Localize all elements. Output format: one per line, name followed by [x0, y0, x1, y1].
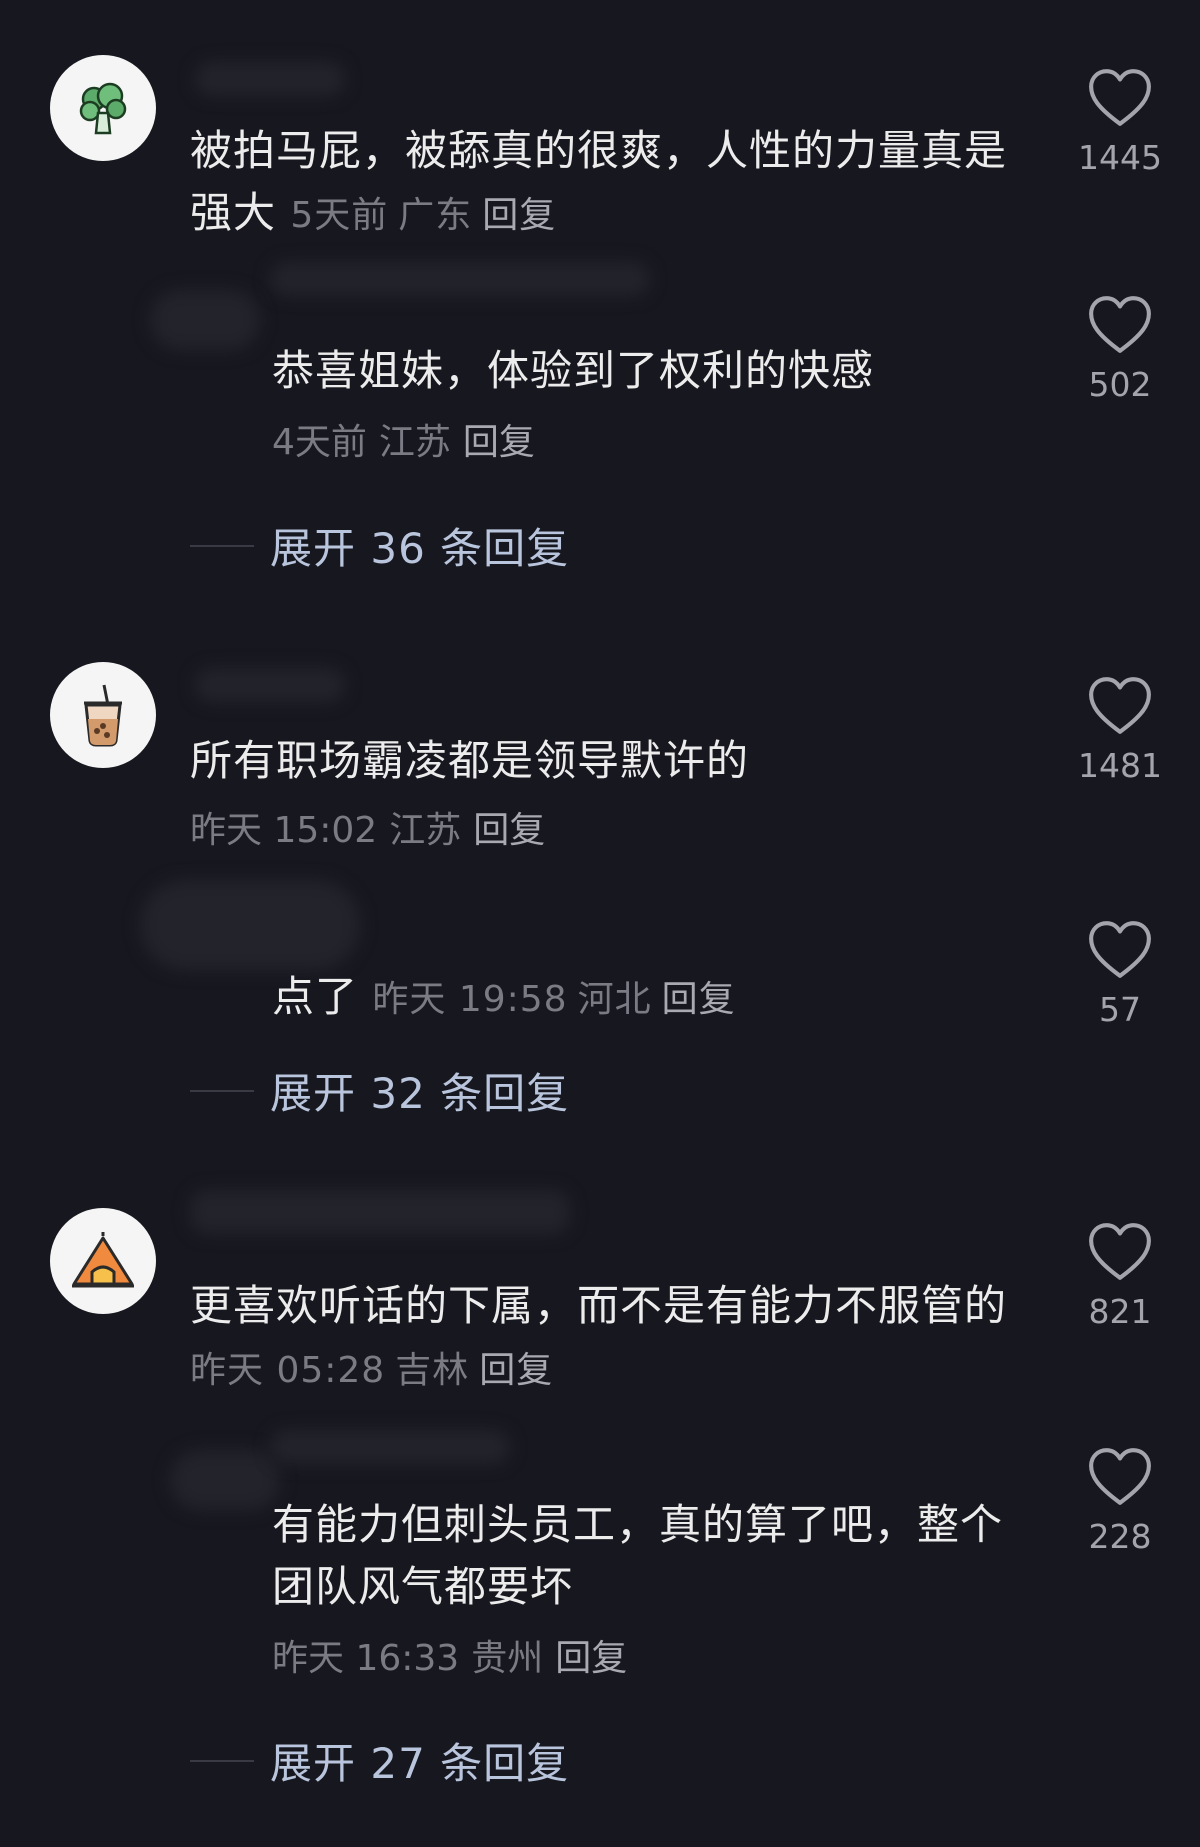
username-blurred [195, 668, 345, 702]
reply-button[interactable]: 回复 [463, 422, 535, 463]
reply-button[interactable]: 回复 [555, 1638, 627, 1679]
divider [190, 1089, 254, 1092]
avatar[interactable] [50, 662, 156, 768]
reply-text: 点了 [272, 972, 359, 1021]
reply-time: 4天前 [272, 422, 367, 463]
heart-icon [1089, 677, 1151, 734]
bubble-tea-icon [84, 684, 122, 747]
reply-time: 昨天 16:33 [272, 1638, 460, 1679]
reply-location: 河北 [577, 979, 652, 1020]
reply-body: 点了 昨天 19:58 河北 回复 [272, 966, 1032, 1031]
heart-icon [1089, 69, 1151, 126]
reply-text: 恭喜姐妹，体验到了权利的快感 [272, 346, 875, 395]
like-button[interactable]: 1481 [1078, 676, 1162, 785]
like-button[interactable]: 1445 [1078, 68, 1162, 177]
heart-icon [1089, 1448, 1151, 1505]
reply-location: 贵州 [471, 1638, 544, 1679]
like-button[interactable]: 502 [1080, 295, 1160, 403]
like-button[interactable]: 57 [1080, 920, 1160, 1028]
comment-text: 所有职场霸凌都是领导默许的 [190, 736, 750, 785]
like-count: 228 [1088, 1517, 1152, 1556]
avatar[interactable] [50, 55, 156, 161]
comment-body: 更喜欢听话的下属，而不是有能力不服管的 昨天 05:28 吉林 回复 [190, 1275, 1030, 1402]
reply-meta: 昨天 16:33 贵州 回复 [272, 1634, 639, 1684]
like-count: 821 [1088, 1292, 1152, 1331]
like-button[interactable]: 821 [1080, 1222, 1160, 1330]
reply-button[interactable]: 回复 [473, 810, 545, 851]
reply-time: 昨天 19:58 [372, 979, 568, 1020]
heart-icon [1089, 1223, 1151, 1280]
expand-replies-button[interactable]: 展开 36 条回复 [190, 515, 569, 576]
comment-location: 广东 [398, 195, 473, 236]
reply-button[interactable]: 回复 [479, 1350, 553, 1391]
expand-replies-label: 展开 27 条回复 [270, 1739, 570, 1788]
comment-location: 江苏 [389, 810, 462, 851]
reply-avatar-blurred [150, 290, 260, 350]
reply-meta: 4天前 江苏 回复 [272, 418, 547, 468]
reply-button[interactable]: 回复 [662, 979, 736, 1020]
comment-body: 被拍马屁，被舔真的很爽，人性的力量真是强大 5天前 广东 回复 [190, 120, 1030, 247]
reply-username-blurred [270, 262, 650, 296]
comment-location: 吉林 [395, 1350, 470, 1391]
username-blurred [190, 1190, 570, 1234]
divider [190, 1759, 254, 1762]
comment-time: 昨天 05:28 [190, 1350, 386, 1391]
like-count: 502 [1088, 365, 1152, 404]
reply-avatar-blurred [170, 1450, 280, 1510]
like-count: 1481 [1078, 746, 1162, 785]
expand-replies-button[interactable]: 展开 32 条回复 [190, 1060, 569, 1121]
heart-icon [1089, 296, 1151, 353]
expand-replies-button[interactable]: 展开 27 条回复 [190, 1730, 569, 1791]
tent-icon [72, 1232, 134, 1288]
reply-username-blurred [270, 1430, 510, 1464]
divider [190, 544, 254, 547]
avatar[interactable] [50, 1208, 156, 1314]
like-count: 57 [1099, 990, 1141, 1029]
reply-location: 江苏 [378, 422, 451, 463]
comment-meta: 昨天 15:02 江苏 回复 [190, 806, 557, 856]
reply-avatar-blurred [140, 880, 360, 970]
expand-replies-label: 展开 36 条回复 [270, 524, 570, 573]
reply-button[interactable]: 回复 [482, 195, 556, 236]
expand-replies-label: 展开 32 条回复 [270, 1069, 570, 1118]
broccoli-icon [79, 82, 127, 135]
heart-icon [1089, 921, 1151, 978]
comment-time: 昨天 15:02 [190, 810, 378, 851]
username-blurred [195, 62, 345, 96]
like-count: 1445 [1078, 138, 1162, 177]
reply-text: 有能力但刺头员工，真的算了吧，整个团队风气都要坏 [272, 1500, 1004, 1611]
like-button[interactable]: 228 [1080, 1447, 1160, 1555]
comment-text: 更喜欢听话的下属，而不是有能力不服管的 [190, 1281, 1008, 1330]
comment-time: 5天前 [290, 195, 389, 236]
